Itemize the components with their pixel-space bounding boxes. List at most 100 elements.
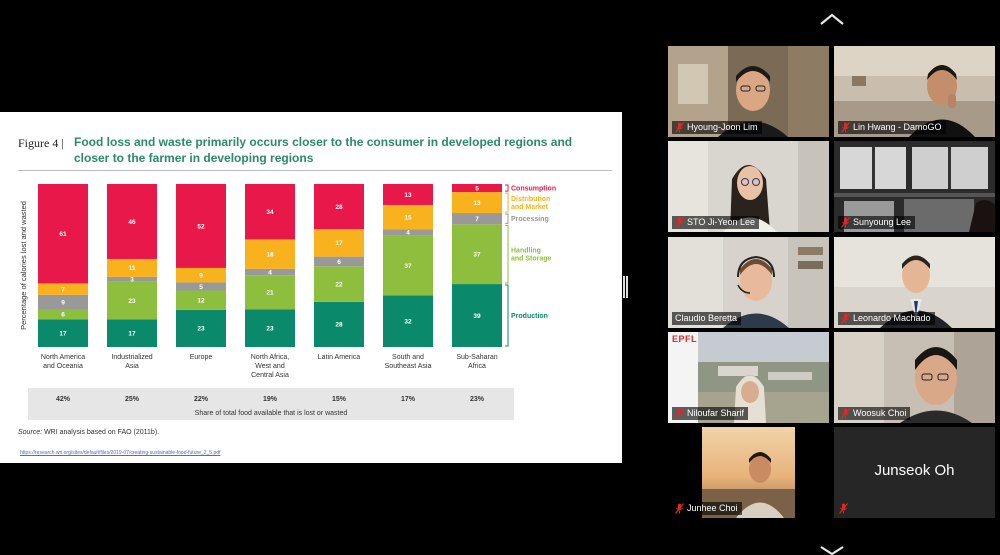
participant-name: Lin Hwang - DamoGO — [853, 122, 942, 132]
legend-bracket — [505, 213, 509, 224]
participant-tile[interactable]: Sunyoung Lee — [834, 141, 995, 232]
participant-name: Junseok Oh — [874, 462, 955, 479]
participant-name: Junhee Choi — [687, 503, 738, 513]
data-label: 52 — [197, 223, 205, 230]
data-label: 7 — [61, 286, 65, 293]
share-value: 42% — [56, 396, 71, 403]
participant-name: Sunyoung Lee — [853, 217, 912, 227]
category-label: Central Asia — [251, 372, 289, 379]
data-label: 9 — [199, 272, 203, 279]
category-label: Sub-Saharan — [456, 354, 497, 361]
data-label: 6 — [61, 312, 65, 319]
legend-label: Production — [511, 313, 548, 320]
data-label: 17 — [128, 330, 136, 337]
shared-screen-slide: Figure 4 | Food loss and waste primarily… — [0, 112, 622, 463]
split-view-handle[interactable] — [623, 276, 628, 298]
data-label: 4 — [268, 269, 272, 276]
data-label: 21 — [266, 290, 274, 297]
source-note: Source: WRI analysis based on FAO (2011b… — [18, 429, 159, 436]
legend-label: and Market — [511, 204, 549, 211]
data-label: 23 — [128, 298, 136, 305]
data-label: 22 — [335, 281, 343, 288]
category-label: Africa — [468, 363, 486, 370]
data-label: 11 — [129, 265, 136, 272]
legend-bracket — [505, 192, 509, 213]
participant-tile[interactable]: Junhee Choi — [668, 427, 829, 518]
participant-name-tag: Woosuk Choi — [838, 407, 911, 420]
legend-bracket — [505, 184, 509, 192]
participant-name-tag: Lin Hwang - DamoGO — [838, 121, 946, 134]
mic-muted-icon — [841, 217, 850, 228]
mic-muted-icon — [841, 408, 850, 419]
participant-tile[interactable]: STO Ji-Yeon Lee — [668, 141, 829, 232]
participant-tile[interactable]: Claudio Beretta — [668, 237, 829, 328]
category-label: and Oceania — [43, 363, 83, 370]
category-label: Industrialized — [111, 354, 152, 361]
category-label: Asia — [125, 363, 139, 370]
x-axis-label: Share of total food available that is lo… — [195, 410, 348, 417]
data-label: 37 — [404, 263, 412, 270]
participant-tile[interactable]: Woosuk Choi — [834, 332, 995, 423]
category-label: North America — [41, 354, 85, 361]
data-label: 12 — [197, 297, 205, 304]
participant-name: Woosuk Choi — [853, 408, 907, 418]
legend-label: Distribution — [511, 196, 550, 203]
data-label: 5 — [475, 185, 479, 192]
category-label: Southeast Asia — [385, 363, 432, 370]
data-label: 17 — [59, 330, 67, 337]
legend-bracket — [505, 284, 509, 347]
mic-muted-icon — [841, 313, 850, 324]
stacked-bar-chart: Percentage of calories lost and wasted 17… — [19, 184, 556, 420]
participant-tile[interactable]: Hyoung-Joon Lim — [668, 46, 829, 137]
data-label: 6 — [337, 259, 341, 266]
data-label: 46 — [128, 219, 136, 226]
chevron-down-icon[interactable] — [818, 545, 846, 555]
data-label: 37 — [473, 252, 481, 259]
participant-name-tag: Leonardo Machado — [838, 312, 935, 325]
participant-tile[interactable]: Lin Hwang - DamoGO — [834, 46, 995, 137]
data-label: 18 — [266, 251, 274, 258]
data-label: 28 — [335, 322, 343, 329]
data-label: 7 — [475, 216, 479, 223]
chevron-up-icon[interactable] — [818, 12, 846, 26]
share-value: 15% — [332, 396, 347, 403]
source-link[interactable]: https://research.wri.org/sites/default/f… — [20, 450, 220, 456]
share-value: 17% — [401, 396, 416, 403]
mic-muted-icon — [841, 122, 850, 133]
data-label: 39 — [473, 313, 481, 320]
participant-name-tag: Niloufar Sharif — [672, 407, 749, 420]
category-label: Latin America — [318, 354, 361, 361]
participant-name: STO Ji-Yeon Lee — [687, 217, 756, 227]
participant-name-tag: Claudio Beretta — [672, 312, 742, 325]
mic-muted-icon — [675, 408, 684, 419]
data-label: 9 — [61, 299, 65, 306]
data-label: 13 — [473, 200, 481, 207]
share-value: 25% — [125, 396, 140, 403]
source-text: WRI analysis based on FAO (2011b). — [42, 429, 160, 436]
share-value: 22% — [194, 396, 209, 403]
data-label: 23 — [266, 326, 274, 333]
participant-tile[interactable]: Leonardo Machado — [834, 237, 995, 328]
data-label: 28 — [335, 204, 343, 211]
data-label: 17 — [335, 240, 343, 247]
participant-name-tag: Hyoung-Joon Lim — [672, 121, 762, 134]
legend-label: Handling — [511, 248, 541, 255]
data-label: 15 — [404, 214, 412, 221]
participant-name: Hyoung-Joon Lim — [687, 122, 758, 132]
participant-tile[interactable]: Junseok Oh — [834, 427, 995, 518]
y-axis-label: Percentage of calories lost and wasted — [19, 201, 28, 330]
mic-muted-icon — [839, 503, 848, 514]
legend-bracket — [505, 224, 509, 284]
participant-name-tag: Junhee Choi — [672, 502, 742, 515]
mic-muted-icon — [675, 503, 684, 514]
source-label: Source: — [18, 429, 43, 436]
data-label: 23 — [197, 326, 205, 333]
mic-muted-icon — [675, 122, 684, 133]
participant-name-tag: STO Ji-Yeon Lee — [672, 216, 760, 229]
data-label: 32 — [404, 318, 412, 325]
legend-label: Processing — [511, 216, 549, 223]
data-label: 4 — [406, 230, 410, 237]
share-value: 23% — [470, 396, 485, 403]
participant-tile[interactable]: EPFL Niloufar Sharif — [668, 332, 829, 423]
legend-label: and Storage — [511, 256, 552, 263]
